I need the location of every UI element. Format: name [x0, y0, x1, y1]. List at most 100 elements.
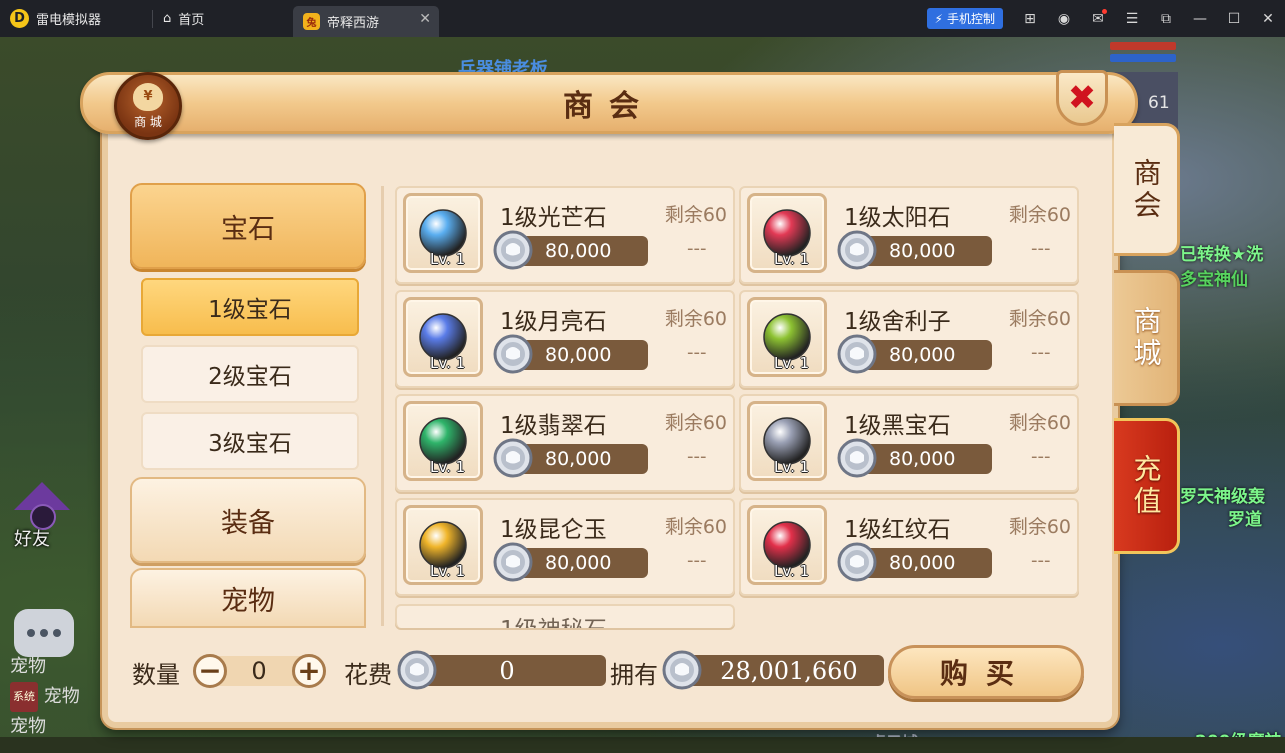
quantity-plus-button[interactable]: +: [292, 654, 326, 688]
close-window-icon[interactable]: ✕: [1251, 0, 1285, 37]
minimize-icon[interactable]: —: [1183, 0, 1217, 37]
notification-dot: [1102, 9, 1107, 14]
owned-label: 拥有: [610, 661, 658, 689]
item-remaining: 剩余60: [1008, 308, 1071, 330]
item-remaining: 剩余60: [664, 308, 727, 330]
subcategory-gem-lv3[interactable]: 3级宝石: [141, 412, 359, 470]
item-remaining: 剩余60: [664, 516, 727, 538]
item-remaining: 剩余60: [1008, 204, 1071, 226]
item-card[interactable]: Lv. 1 1级光芒石 剩余60 80,000 ---: [395, 186, 735, 284]
silver-coin-icon: [493, 438, 533, 478]
item-icon-frame: Lv. 1: [747, 401, 827, 481]
buy-button[interactable]: 购买: [888, 645, 1084, 699]
chat-log: 宠物 系统 宠物 宠物: [10, 652, 80, 742]
item-card[interactable]: Lv. 1 1级翡翠石 剩余60 80,000 ---: [395, 394, 735, 492]
tab-home[interactable]: ⌂ 首页: [153, 0, 293, 37]
phone-control-button[interactable]: ⚡ 手机控制: [926, 8, 1003, 29]
friends-label[interactable]: 好友: [14, 525, 50, 551]
tab-home-label: 首页: [178, 13, 205, 28]
silver-coin-icon: [837, 334, 877, 374]
item-icon-frame: Lv. 1: [403, 401, 483, 481]
item-card[interactable]: Lv. 1 1级月亮石 剩余60 80,000 ---: [395, 290, 735, 388]
category-pet[interactable]: 宠物: [130, 568, 366, 628]
item-name: 1级光芒石: [500, 205, 607, 231]
emulator-titlebar: D 雷电模拟器 ⌂ 首页 兔 帝释西游 ✕ ⚡ 手机控制 ⊞ ◉ ✉ ☰ ⧉ —…: [0, 0, 1285, 37]
maximize-icon[interactable]: ☐: [1217, 0, 1251, 37]
money-bag-icon: ¥: [133, 82, 163, 111]
leidian-logo-icon: D: [10, 9, 29, 28]
item-status: ---: [1031, 342, 1051, 363]
category-equipment[interactable]: 装备: [130, 477, 366, 563]
item-level: Lv. 1: [774, 354, 810, 372]
item-status: ---: [1031, 550, 1051, 571]
item-status: ---: [1031, 238, 1051, 259]
silver-coin-icon: [493, 542, 533, 582]
silver-coin-icon: [837, 230, 877, 270]
tab-recharge[interactable]: 充值: [1114, 418, 1180, 554]
mp-bar: [1110, 54, 1176, 62]
app-name: 雷电模拟器: [36, 13, 102, 28]
item-status: ---: [687, 238, 707, 259]
item-level: Lv. 1: [430, 250, 466, 268]
item-remaining: 剩余60: [1008, 412, 1071, 434]
item-icon-frame: Lv. 1: [747, 193, 827, 273]
item-card[interactable]: Lv. 1 1级红纹石 剩余60 80,000 ---: [739, 498, 1079, 596]
player-title-1: 已转换★洗: [1180, 245, 1264, 265]
item-level: Lv. 1: [430, 562, 466, 580]
silver-coin-icon: [837, 542, 877, 582]
app-brand[interactable]: D 雷电模拟器: [0, 0, 152, 37]
silver-coin-icon: [493, 334, 533, 374]
silver-coin-icon: [662, 650, 702, 690]
item-remaining: 剩余60: [664, 204, 727, 226]
tab-shangcheng[interactable]: 商城: [1114, 270, 1180, 406]
item-icon-frame: Lv. 1: [747, 505, 827, 585]
item-name: 1级太阳石: [844, 205, 951, 231]
account-icon[interactable]: ◉: [1047, 0, 1081, 37]
restore-icon[interactable]: ⧉: [1149, 0, 1183, 37]
item-name: 1级月亮石: [500, 309, 607, 335]
item-name: 1级舍利子: [844, 309, 951, 335]
item-level: Lv. 1: [430, 458, 466, 476]
shop-badge-label: 商 城: [134, 114, 162, 129]
chat-bubble-icon[interactable]: [14, 609, 74, 657]
close-button[interactable]: ✖: [1056, 70, 1108, 126]
chat-line: 系统 宠物: [10, 682, 80, 712]
player-title-4: 罗道: [1228, 510, 1262, 530]
hp-bar: [1110, 42, 1176, 50]
menu-icon[interactable]: ☰: [1115, 0, 1149, 37]
item-name: 1级黑宝石: [844, 413, 951, 439]
player-title-3: 罗天神级轰: [1180, 487, 1265, 507]
item-card-partial[interactable]: 1级神秘石: [395, 604, 735, 628]
item-remaining: 剩余60: [1008, 516, 1071, 538]
item-icon-frame: Lv. 1: [403, 297, 483, 377]
home-icon: ⌂: [163, 11, 172, 26]
silver-coin-icon: [493, 230, 533, 270]
cost-value: 0: [408, 655, 606, 686]
item-status: ---: [687, 342, 707, 363]
item-level: Lv. 1: [774, 562, 810, 580]
item-icon-frame: Lv. 1: [403, 193, 483, 273]
silver-coin-icon: [837, 438, 877, 478]
gamepad-icon[interactable]: ⊞: [1013, 0, 1047, 37]
close-tab-icon[interactable]: ✕: [419, 11, 431, 27]
subcategory-gem-lv1[interactable]: 1级宝石: [141, 278, 359, 336]
mail-icon[interactable]: ✉: [1081, 0, 1115, 37]
category-gem[interactable]: 宝石: [130, 183, 366, 269]
game-app-icon: 兔: [303, 13, 320, 30]
tab-game[interactable]: 兔 帝释西游 ✕: [293, 6, 439, 37]
item-card[interactable]: Lv. 1 1级太阳石 剩余60 80,000 ---: [739, 186, 1079, 284]
lightning-icon: ⚡: [934, 11, 943, 26]
item-name: 1级红纹石: [844, 517, 951, 543]
shop-badge: ¥ 商 城: [114, 72, 182, 140]
subcategory-gem-lv2[interactable]: 2级宝石: [141, 345, 359, 403]
system-tag: 系统: [10, 682, 38, 712]
player-title-2: 多宝神仙: [1180, 270, 1248, 290]
item-status: ---: [1031, 446, 1051, 467]
tab-shanghui[interactable]: 商会: [1114, 123, 1180, 256]
panel-title: 商会: [563, 89, 655, 124]
item-card[interactable]: Lv. 1 1级舍利子 剩余60 80,000 ---: [739, 290, 1079, 388]
quantity-minus-button[interactable]: −: [193, 654, 227, 688]
item-card[interactable]: Lv. 1 1级黑宝石 剩余60 80,000 ---: [739, 394, 1079, 492]
item-name: 1级神秘石: [500, 610, 607, 628]
item-card[interactable]: Lv. 1 1级昆仑玉 剩余60 80,000 ---: [395, 498, 735, 596]
